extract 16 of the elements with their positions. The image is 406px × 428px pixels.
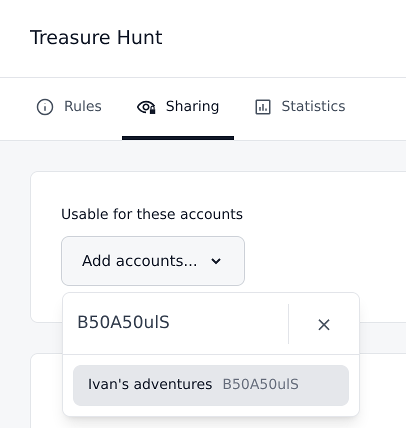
add-accounts-dropdown[interactable]: Add accounts... bbox=[61, 236, 245, 286]
tab[interactable]: Rules bbox=[22, 78, 116, 140]
eye-lock-icon bbox=[136, 98, 156, 116]
search-field[interactable]: B50A50ulS bbox=[77, 310, 288, 336]
clear-button[interactable]: × bbox=[289, 293, 359, 354]
tab[interactable]: Sharing bbox=[122, 78, 234, 140]
account-name: Ivan's adventures bbox=[88, 376, 212, 395]
chevron-down-icon bbox=[210, 257, 222, 265]
account-code: B50A50ulS bbox=[222, 376, 299, 395]
account-option[interactable]: Ivan's adventures B50A50ulS bbox=[73, 365, 349, 406]
page-title: Treasure Hunt bbox=[30, 26, 162, 52]
search-box[interactable]: B50A50ulS bbox=[63, 293, 288, 354]
info-icon bbox=[36, 98, 54, 116]
chart-icon bbox=[254, 98, 272, 116]
field-label: Usable for these accounts bbox=[61, 206, 244, 225]
tab[interactable]: Statistics bbox=[240, 78, 360, 140]
